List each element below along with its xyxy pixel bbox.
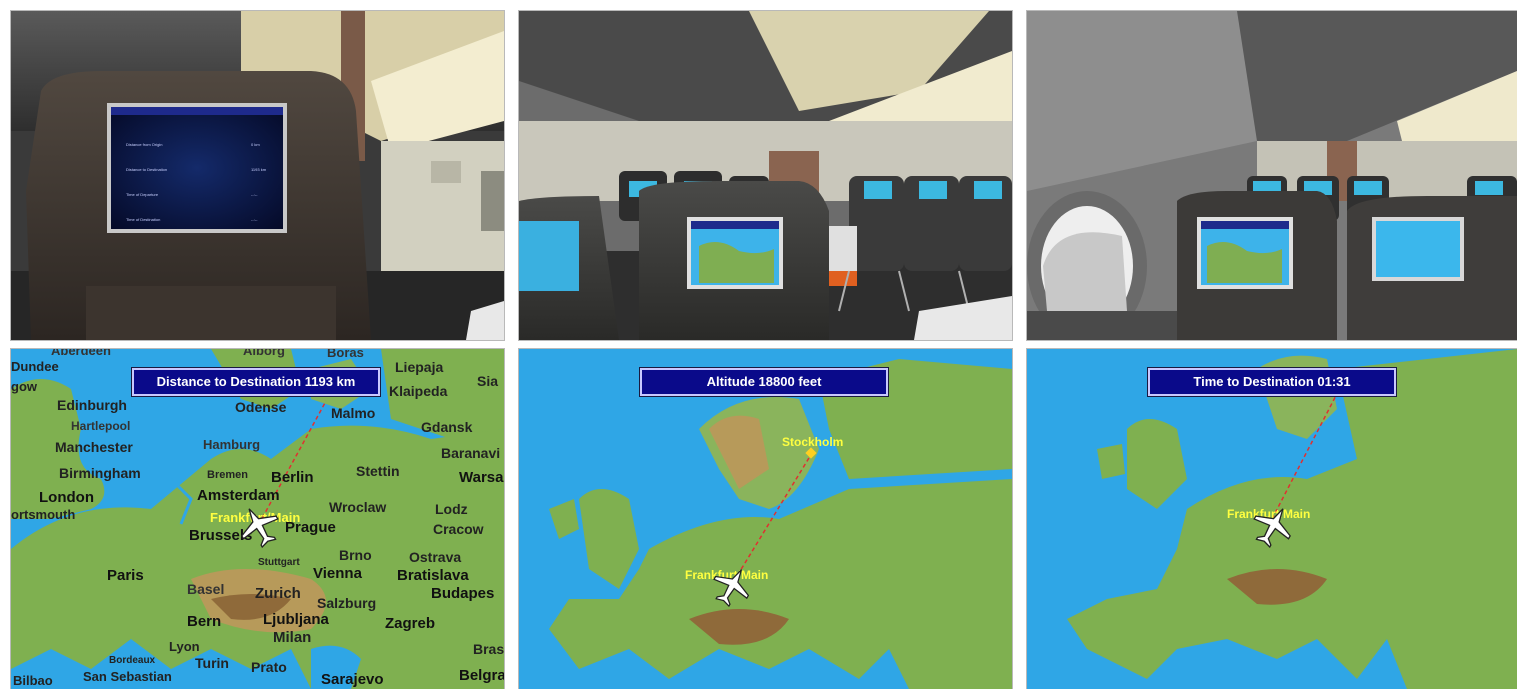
city-label: Stuttgart [258,557,300,568]
screenshot-grid: Distance from Origin 0 km Distance to Des… [0,0,1517,689]
city-label: Cracow [433,521,484,537]
svg-text:Time of Destination: Time of Destination [126,217,160,222]
cabin-scene-3 [1027,11,1517,340]
city-label: Hamburg [203,437,261,452]
city-label: Zagreb [385,615,436,632]
svg-text:1193 km: 1193 km [251,167,267,172]
destination-label: Stockholm [782,435,844,449]
city-label: Basel [187,581,225,597]
svg-text:Distance from Origin: Distance from Origin [126,142,162,147]
airplane-icon [1253,508,1291,548]
city-label: Odense [235,399,287,415]
city-label: Lodz [435,501,468,517]
city-label: Sia [477,373,499,389]
city-label: Bras [473,641,504,657]
city-label: Budapes [431,585,495,602]
city-label: Zurich [255,585,301,602]
city-label: Turin [195,655,229,671]
city-label: Paris [107,567,144,584]
city-label: Sarajevo [321,671,384,688]
svg-text:Time of Departure: Time of Departure [126,192,159,197]
city-label: Aberdeen [51,349,111,358]
cabin-view-aisle [518,10,1013,341]
cabin-view-seatback-closeup: Distance from Origin 0 km Distance to Des… [10,10,505,341]
svg-text:0 km: 0 km [251,142,260,147]
city-label: Liepaja [395,359,444,375]
city-label: Alborg [243,349,285,358]
city-label: Gdansk [421,419,473,435]
city-label: Edinburgh [57,397,127,413]
city-label: Ljubljana [263,611,329,628]
city-label: Manchester [55,439,133,455]
city-label: Belgra [459,667,504,684]
city-label: San Sebastian [83,669,172,684]
city-label: Boras [327,349,364,360]
city-label: Hartlepool [71,419,131,433]
city-label: Warsa [459,469,504,486]
city-label: Salzburg [317,595,377,611]
city-label: Vienna [313,565,362,582]
city-label: Bordeaux [109,655,156,666]
airplane-icon [241,508,279,548]
map-distance-tile: Distance to Destination 1193 km Aberdeen… [10,348,505,689]
city-label: London [39,489,94,506]
city-label: Prato [251,659,287,675]
svg-text:Distance to Destination: Distance to Destination [126,167,167,172]
city-label: Ostrava [409,549,462,565]
city-label: Lyon [169,639,200,654]
city-label: Baranavi [441,445,501,461]
city-label: Bilbao [13,673,53,688]
cabin-view-window [1026,10,1517,341]
altitude-banner: Altitude 18800 feet [640,368,888,396]
city-label: Malmo [331,405,376,421]
map-time-tile: Time to Destination 01:31 Frankfurt/Main [1026,348,1517,689]
city-label: Milan [273,629,312,646]
city-label: Bratislava [397,567,469,584]
city-label: Bremen [207,469,248,481]
cabin-scene-2 [519,11,1012,340]
city-label: Brno [339,547,372,563]
europe-map-wide [519,349,1012,689]
city-label: Klaipeda [389,383,448,399]
airplane-icon [713,569,750,607]
city-label: Birmingham [59,465,141,481]
cabin-scene-1: Distance from Origin 0 km Distance to Des… [11,11,504,340]
city-label: Stettin [356,463,400,479]
city-label: Amsterdam [197,487,280,504]
city-label: Berlin [271,469,314,486]
map-altitude-tile: Altitude 18800 feet Stockholm Frankfurt/… [518,348,1013,689]
city-label: gow [11,379,37,394]
city-label: Bern [187,613,222,630]
svg-text:--:--: --:-- [251,192,258,197]
city-label: Dundee [11,359,59,374]
city-label: ortsmouth [11,507,76,522]
svg-text:--:--: --:-- [251,217,258,222]
distance-banner: Distance to Destination 1193 km [132,368,380,396]
city-label: Wroclaw [329,499,387,515]
time-banner: Time to Destination 01:31 [1148,368,1396,396]
